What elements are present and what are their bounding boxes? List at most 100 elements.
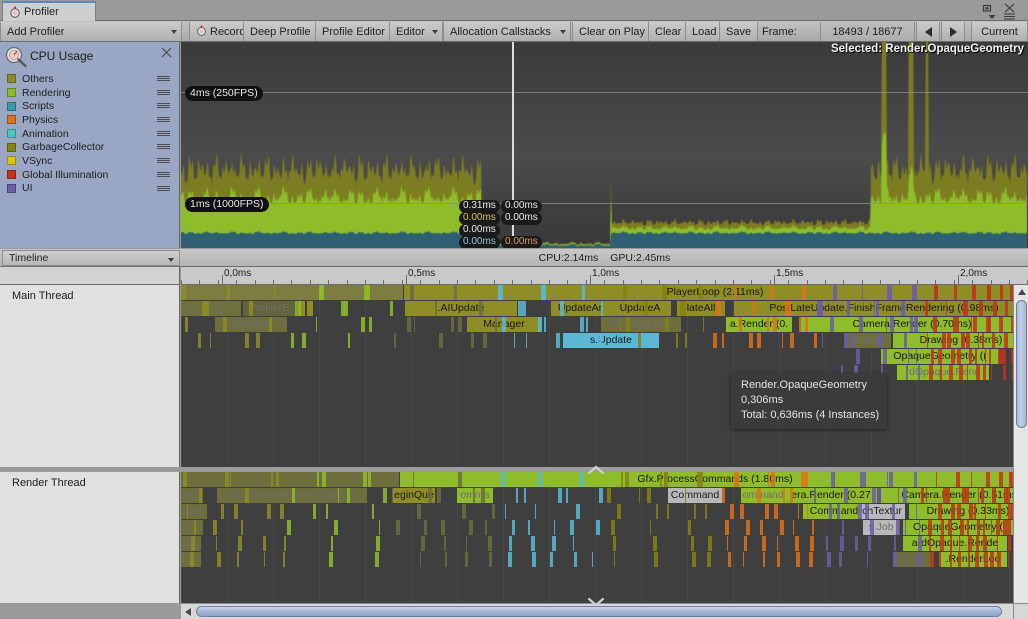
timeline-sample-sliver[interactable] [526, 333, 527, 348]
prev-frame-button[interactable] [916, 22, 940, 41]
timeline-sample-sliver[interactable] [556, 333, 560, 348]
timeline-sample-sliver[interactable] [983, 365, 986, 380]
timeline-sample-sliver[interactable] [814, 333, 817, 348]
timeline-sample-sliver[interactable] [983, 536, 987, 551]
timeline-sample-sliver[interactable] [1008, 552, 1009, 567]
timeline-sample-sliver[interactable] [396, 520, 400, 535]
timeline-sample-sliver[interactable] [989, 349, 991, 364]
vertical-scrollbar-thumb[interactable] [1016, 300, 1027, 428]
thread-label-main[interactable]: Main Thread [0, 285, 180, 467]
timeline-sample-sliver[interactable] [979, 301, 983, 316]
timeline-sample-bar[interactable]: Gfx.ProcessCommands (1.80ms) [400, 472, 1028, 487]
timeline-sample-sliver[interactable] [997, 536, 998, 551]
legend-item[interactable]: GarbageCollector [0, 140, 179, 154]
timeline-sample-sliver[interactable] [221, 504, 224, 519]
timeline-sample-sliver[interactable] [950, 552, 952, 567]
timeline-sample-sliver[interactable] [947, 488, 950, 503]
timeline-sample-sliver[interactable] [596, 520, 600, 535]
timeline-sample-sliver[interactable] [216, 536, 217, 551]
timeline-sample-sliver[interactable] [502, 317, 506, 332]
timeline-sample-sliver[interactable] [291, 333, 294, 348]
timeline-sample-sliver[interactable] [298, 301, 301, 316]
timeline-sample-sliver[interactable] [516, 488, 518, 503]
timeline-sample-sliver[interactable] [424, 520, 427, 535]
timeline-sample-sliver[interactable] [621, 472, 623, 487]
timeline-sample-sliver[interactable] [455, 285, 457, 300]
timeline-sample-sliver[interactable] [181, 285, 186, 300]
timeline-sample-sliver[interactable] [586, 317, 588, 332]
legend-item[interactable]: Animation [0, 127, 179, 141]
timeline-sample-sliver[interactable] [890, 317, 894, 332]
timeline-sample-sliver[interactable] [295, 301, 297, 316]
legend-item[interactable]: Global Illumination [0, 168, 179, 182]
timeline-sample-sliver[interactable] [968, 536, 972, 551]
timeline-sample-sliver[interactable] [763, 552, 765, 567]
timeline-sample-sliver[interactable] [542, 285, 546, 300]
timeline-sample-sliver[interactable] [938, 504, 942, 519]
timeline-sample-sliver[interactable] [862, 285, 863, 300]
timeline-sample-bar[interactable]: .AIUpdate [405, 301, 517, 316]
timeline-sample-sliver[interactable] [252, 301, 253, 316]
timeline-sample-sliver[interactable] [363, 472, 367, 487]
legend-item[interactable]: VSync [0, 154, 179, 168]
timeline-sample-bar[interactable]: Shad [893, 552, 933, 567]
timeline-sample-sliver[interactable] [1004, 488, 1008, 503]
timeline-sample-sliver[interactable] [870, 520, 874, 535]
timeline-sample-sliver[interactable] [934, 285, 938, 300]
timeline-sample-sliver[interactable] [223, 317, 227, 332]
timeline-sample-sliver[interactable] [768, 472, 769, 487]
timeline-sample-sliver[interactable] [479, 301, 483, 316]
timeline-sample-sliver[interactable] [390, 301, 393, 316]
timeline-sample-sliver[interactable] [851, 333, 854, 348]
timeline-sample-bar[interactable]: s.Job [863, 520, 899, 535]
timeline-sample-sliver[interactable] [654, 552, 658, 567]
timeline-sample-sliver[interactable] [302, 333, 306, 348]
timeline-sample-sliver[interactable] [967, 365, 968, 380]
thread-track-main[interactable]: PlayerLoop (2.11ms)ProfilerE.AIUpdateUpd… [181, 285, 1028, 467]
timeline-sample-sliver[interactable] [238, 536, 242, 551]
timeline-sample-sliver[interactable] [998, 504, 1001, 519]
timeline-sample-sliver[interactable] [256, 333, 260, 348]
timeline-sample-sliver[interactable] [771, 472, 775, 487]
timeline-sample-sliver[interactable] [859, 317, 863, 332]
timeline-sample-sliver[interactable] [322, 472, 326, 487]
timeline-sample-sliver[interactable] [842, 520, 844, 535]
timeline-sample-sliver[interactable] [783, 488, 785, 503]
timeline-sample-sliver[interactable] [999, 317, 1003, 332]
timeline-sample-sliver[interactable] [969, 504, 973, 519]
timeline-sample-sliver[interactable] [267, 504, 271, 519]
timeline-sample-sliver[interactable] [767, 317, 769, 332]
timeline-sample-sliver[interactable] [936, 317, 937, 332]
timeline-sample-sliver[interactable] [810, 536, 814, 551]
timeline-sample-sliver[interactable] [283, 552, 285, 567]
timeline-sample-sliver[interactable] [611, 520, 615, 535]
timeline-sample-sliver[interactable] [962, 488, 965, 503]
timeline-sample-sliver[interactable] [887, 285, 889, 300]
timeline-sample-sliver[interactable] [531, 536, 535, 551]
timeline-sample-sliver[interactable] [276, 472, 279, 487]
timeline-sample-sliver[interactable] [990, 552, 994, 567]
timeline-sample-sliver[interactable] [760, 520, 763, 535]
timeline-sample-sliver[interactable] [202, 301, 206, 316]
drag-handle-icon[interactable] [157, 103, 170, 109]
timeline-sample-sliver[interactable] [708, 536, 712, 551]
timeline-sample-sliver[interactable] [481, 488, 485, 503]
timeline-sample-sliver[interactable] [1004, 333, 1008, 348]
timeline-sample-sliver[interactable] [793, 520, 794, 535]
timeline-sample-sliver[interactable] [740, 504, 744, 519]
timeline-sample-sliver[interactable] [796, 552, 800, 567]
timeline-sample-sliver[interactable] [894, 536, 896, 551]
timeline-sample-sliver[interactable] [552, 536, 556, 551]
timeline-sample-sliver[interactable] [183, 472, 187, 487]
timeline-sample-sliver[interactable] [414, 317, 415, 332]
timeline-sample-sliver[interactable] [774, 504, 778, 519]
drag-handle-icon[interactable] [157, 90, 170, 96]
timeline-sample-sliver[interactable] [528, 520, 530, 535]
timeline-sample-sliver[interactable] [928, 520, 932, 535]
timeline-sample-sliver[interactable] [975, 349, 977, 364]
timeline-sample-sliver[interactable] [1008, 536, 1011, 551]
timeline-sample-sliver[interactable] [868, 536, 871, 551]
timeline-sample-sliver[interactable] [624, 285, 627, 300]
timeline-sample-sliver[interactable] [967, 520, 969, 535]
timeline-sample-sliver[interactable] [653, 536, 657, 551]
